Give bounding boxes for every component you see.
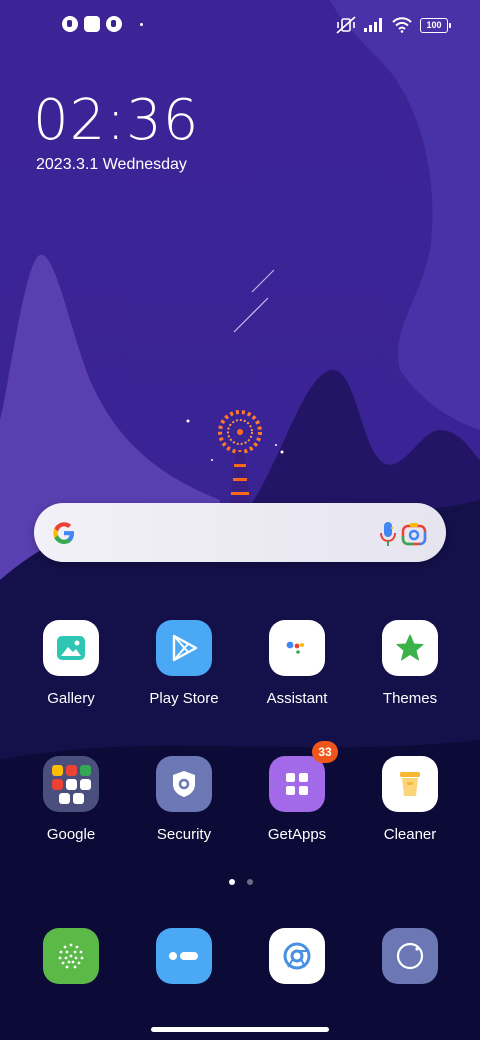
battery-level: 100	[420, 17, 451, 33]
google-assistant-icon	[269, 620, 325, 676]
notification-badge: 33	[312, 741, 338, 763]
google-folder-icon	[43, 756, 99, 812]
app-label: Gallery	[47, 690, 95, 707]
wifi-icon	[392, 17, 412, 33]
voice-search-icon[interactable]	[376, 520, 400, 548]
security-shield-icon	[156, 756, 212, 812]
themes-star-icon	[382, 620, 438, 676]
signal-icon	[364, 18, 382, 32]
play-store-icon	[156, 620, 212, 676]
clock-date[interactable]: 2023.3.1 Wednesday	[36, 156, 187, 174]
app-label: Play Store	[149, 690, 219, 707]
camera-icon	[382, 928, 438, 984]
status-bar: 100	[0, 0, 480, 56]
dock-camera[interactable]	[354, 928, 466, 988]
getapps-icon: 33	[269, 741, 338, 812]
dock-phone[interactable]	[15, 928, 127, 988]
page-indicator[interactable]	[229, 879, 253, 885]
app-getapps[interactable]: 33 GetApps	[241, 741, 353, 866]
app-label: Themes	[382, 690, 438, 707]
folder-google[interactable]: Google	[15, 756, 127, 866]
app-gallery[interactable]: Gallery	[15, 620, 127, 730]
square-notification-icon	[84, 16, 100, 32]
app-label: Cleaner	[383, 826, 437, 843]
app-assistant[interactable]: Assistant	[241, 620, 353, 730]
app-security[interactable]: Security	[128, 756, 240, 866]
clock-time[interactable]: 02:36	[33, 88, 199, 154]
notification-icons	[62, 16, 143, 32]
page-dot[interactable]	[247, 879, 253, 885]
cleaner-bin-icon	[382, 756, 438, 812]
system-icons: 100	[336, 16, 451, 34]
google-lens-icon[interactable]	[401, 522, 427, 546]
app-play-store[interactable]: Play Store	[128, 620, 240, 730]
app-themes[interactable]: Themes	[354, 620, 466, 730]
app-label: Assistant	[266, 690, 328, 707]
phone-dialpad-icon	[43, 928, 99, 984]
app-label: Security	[156, 826, 212, 843]
gallery-icon	[43, 620, 99, 676]
app-notification-icon	[106, 16, 122, 32]
messages-icon	[156, 928, 212, 984]
google-search-bar[interactable]	[34, 503, 446, 562]
home-indicator[interactable]	[151, 1027, 329, 1032]
dock-messages[interactable]	[128, 928, 240, 988]
chrome-icon	[269, 928, 325, 984]
page-dot-active[interactable]	[229, 879, 235, 885]
vibrate-off-icon	[336, 16, 356, 34]
more-notifications-dot-icon	[140, 22, 143, 26]
app-label: GetApps	[267, 826, 327, 843]
app-label: Google	[46, 826, 96, 843]
dock-chrome[interactable]	[241, 928, 353, 988]
google-logo-icon	[53, 522, 74, 544]
app-cleaner[interactable]: Cleaner	[354, 756, 466, 866]
app-notification-icon	[62, 16, 78, 32]
